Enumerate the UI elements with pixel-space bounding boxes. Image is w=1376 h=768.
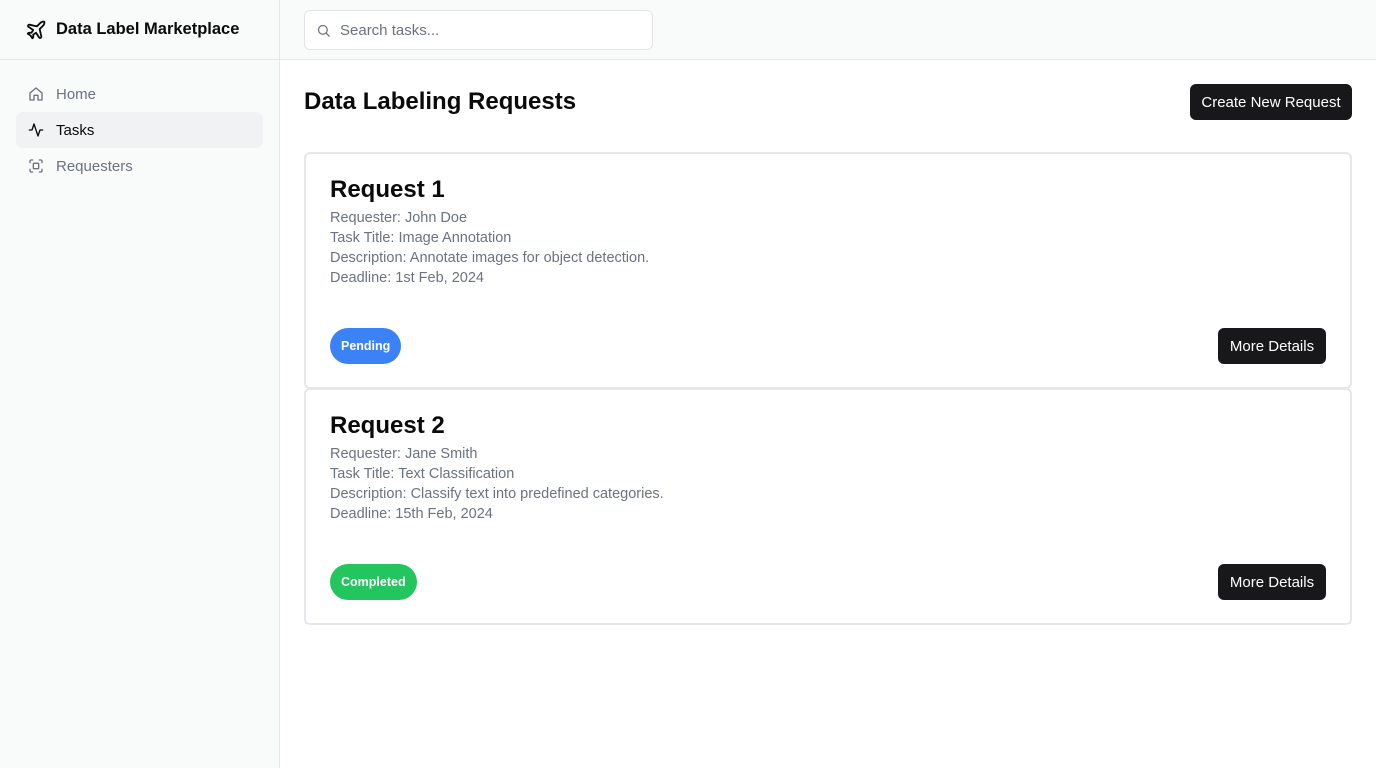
description-text: Description: Annotate images for object … bbox=[330, 250, 650, 266]
status-badge: Completed bbox=[330, 564, 417, 600]
requester-text: Requester: John Doe bbox=[330, 210, 468, 226]
sidebar-item-home[interactable]: Home bbox=[16, 76, 263, 112]
app-title: Data Label Marketplace bbox=[56, 20, 240, 38]
request-meta: Requester: John Doe Task Title: Image An… bbox=[330, 208, 649, 288]
brand[interactable]: Data Label Marketplace bbox=[0, 0, 279, 60]
page-title: Data Labeling Requests bbox=[304, 88, 577, 115]
task-title-text: Task Title: Text Classification bbox=[330, 466, 515, 482]
more-details-button[interactable]: More Details bbox=[1218, 564, 1326, 600]
sidebar-item-tasks[interactable]: Tasks bbox=[16, 112, 263, 148]
request-title: Request 2 bbox=[330, 412, 445, 439]
sidebar-item-label: Tasks bbox=[56, 121, 95, 139]
sidebar-item-label: Requesters bbox=[56, 157, 133, 175]
status-badge: Pending bbox=[330, 328, 402, 364]
request-meta: Requester: Jane Smith Task Title: Text C… bbox=[330, 444, 664, 524]
search-icon bbox=[316, 22, 332, 38]
search-input[interactable] bbox=[340, 21, 652, 39]
more-details-button[interactable]: More Details bbox=[1218, 328, 1326, 364]
task-title-text: Task Title: Image Annotation bbox=[330, 230, 512, 246]
description-text: Description: Classify text into predefin… bbox=[330, 486, 664, 502]
sidebar-item-label: Home bbox=[56, 85, 97, 103]
requester-text: Requester: Jane Smith bbox=[330, 446, 478, 462]
home-icon bbox=[28, 86, 44, 102]
sidebar-item-requesters[interactable]: Requesters bbox=[16, 148, 263, 184]
deadline-text: Deadline: 15th Feb, 2024 bbox=[330, 506, 493, 522]
main-content: Data Labeling Requests Create New Reques… bbox=[280, 60, 1376, 768]
top-bar bbox=[280, 0, 1376, 60]
request-card: Request 2 Requester: Jane Smith Task Tit… bbox=[304, 388, 1352, 625]
request-title: Request 1 bbox=[330, 176, 445, 203]
app-root: Data Label Marketplace Home Tasks Reques… bbox=[0, 0, 1376, 768]
sidebar-nav: Home Tasks Requesters bbox=[0, 60, 279, 200]
request-card: Request 1 Requester: John Doe Task Title… bbox=[304, 152, 1352, 389]
deadline-text: Deadline: 1st Feb, 2024 bbox=[330, 270, 484, 286]
plane-icon bbox=[24, 18, 48, 42]
activity-icon bbox=[28, 122, 44, 138]
search-box[interactable] bbox=[304, 10, 653, 50]
scan-face-icon bbox=[28, 158, 44, 174]
create-new-request-button[interactable]: Create New Request bbox=[1190, 84, 1352, 120]
sidebar: Data Label Marketplace Home Tasks Reques… bbox=[0, 0, 280, 768]
